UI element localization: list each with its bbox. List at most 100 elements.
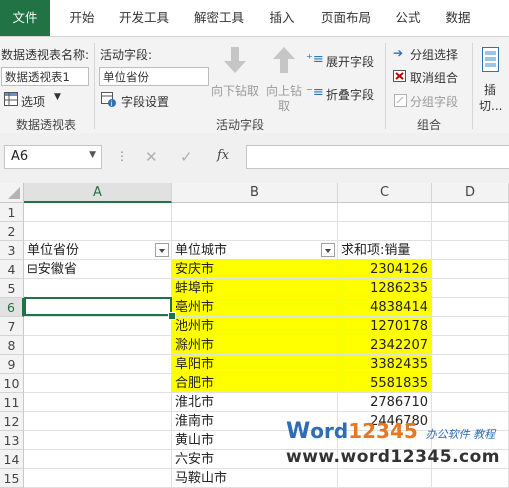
cell-b7[interactable]: 池州市 [172,317,338,336]
column-header-a[interactable]: A [24,183,172,203]
cell-b15[interactable]: 马鞍山市 [172,469,338,488]
options-button[interactable]: 选项 [21,93,45,110]
cell-a3[interactable]: 单位省份 [24,241,172,260]
pivot-name-input[interactable]: 数据透视表1 [1,67,89,86]
cell-d8[interactable] [432,336,509,355]
cell-b11[interactable]: 淮北市 [172,393,338,412]
row-header[interactable]: 11 [0,393,24,412]
options-dropdown-icon[interactable]: ▼ [54,92,61,102]
cell-b9[interactable]: 阜阳市 [172,355,338,374]
tab-insert[interactable]: 插入 [262,0,302,36]
cell-c15[interactable] [338,469,432,488]
row-header[interactable]: 2 [0,222,24,241]
cell-c9[interactable]: 3382435 [338,355,432,374]
cell-a1[interactable] [24,203,172,222]
row-header[interactable]: 12 [0,412,24,431]
field-settings-button[interactable]: 字段设置 [121,93,169,110]
row-header[interactable]: 3 [0,241,24,260]
cell-c8[interactable]: 2342207 [338,336,432,355]
cell-d10[interactable] [432,374,509,393]
cell-a2[interactable] [24,222,172,241]
cell-a15[interactable] [24,469,172,488]
enter-check-icon[interactable]: ✓ [180,148,193,166]
row-header[interactable]: 4 [0,260,24,279]
insert-slicer-button[interactable]: 插 [484,81,496,98]
row-header[interactable]: 1 [0,203,24,222]
active-field-input[interactable]: 单位省份 [99,67,209,86]
ungroup-button[interactable]: 取消组合 [410,69,458,86]
filter-dropdown-icon[interactable] [155,243,169,257]
cell-a13[interactable] [24,431,172,450]
cell-d4[interactable] [432,260,509,279]
cell-a11[interactable] [24,393,172,412]
cell-a4[interactable]: ⊟安徽省 [24,260,172,279]
cell-a8[interactable] [24,336,172,355]
cell-a10[interactable] [24,374,172,393]
cell-d9[interactable] [432,355,509,374]
column-header-d[interactable]: D [432,183,509,203]
cell-d15[interactable] [432,469,509,488]
cell-b4[interactable]: 安庆市 [172,260,338,279]
group-selection-button[interactable]: 分组选择 [410,46,458,63]
cell-b3[interactable]: 单位城市 [172,241,338,260]
cell-c10[interactable]: 5581835 [338,374,432,393]
cell-d7[interactable] [432,317,509,336]
expand-field-button[interactable]: 展开字段 [326,53,374,70]
row-header[interactable]: 10 [0,374,24,393]
cell-c2[interactable] [338,222,432,241]
cell-d11[interactable] [432,393,509,412]
tab-file[interactable]: 文件 [0,0,50,36]
cell-b10[interactable]: 合肥市 [172,374,338,393]
cell-d3[interactable] [432,241,509,260]
row-header[interactable]: 6 [0,298,24,317]
group-field-button[interactable]: 分组字段 [410,93,458,110]
more-options-icon[interactable]: ⋮ [116,149,128,163]
drill-down-button[interactable]: 向下钻取 [211,82,259,99]
tab-home[interactable]: 开始 [60,0,104,36]
row-header[interactable]: 13 [0,431,24,450]
cell-d6[interactable] [432,298,509,317]
cell-c1[interactable] [338,203,432,222]
column-header-b[interactable]: B [172,183,338,203]
name-box[interactable]: A6 ▼ [4,145,102,169]
row-header[interactable]: 9 [0,355,24,374]
cell-d5[interactable] [432,279,509,298]
column-header-c[interactable]: C [338,183,432,203]
name-box-dropdown-icon[interactable]: ▼ [89,150,96,160]
row-header[interactable]: 14 [0,450,24,469]
cell-a14[interactable] [24,450,172,469]
cell-c3[interactable]: 求和项:销量 [338,241,432,260]
cell-a7[interactable] [24,317,172,336]
cell-d1[interactable] [432,203,509,222]
row-header[interactable]: 7 [0,317,24,336]
row-header[interactable]: 5 [0,279,24,298]
cell-c4[interactable]: 2304126 [338,260,432,279]
row-header[interactable]: 15 [0,469,24,488]
row-header[interactable]: 8 [0,336,24,355]
fill-handle[interactable] [168,312,176,320]
cell-c7[interactable]: 1270178 [338,317,432,336]
cell-a12[interactable] [24,412,172,431]
tab-decrypt-tools[interactable]: 解密工具 [187,0,251,36]
cell-a5[interactable] [24,279,172,298]
cell-c5[interactable]: 1286235 [338,279,432,298]
cell-a9[interactable] [24,355,172,374]
insert-function-icon[interactable]: fx [217,148,229,163]
cell-d2[interactable] [432,222,509,241]
cell-b2[interactable] [172,222,338,241]
filter-dropdown-icon[interactable] [321,243,335,257]
tab-formulas[interactable]: 公式 [388,0,428,36]
cancel-icon[interactable]: ✕ [145,148,158,166]
cell-b8[interactable]: 滁州市 [172,336,338,355]
tab-data[interactable]: 数据 [438,0,478,36]
cell-b6[interactable]: 亳州市 [172,298,338,317]
cell-b5[interactable]: 蚌埠市 [172,279,338,298]
formula-input[interactable] [246,145,509,169]
collapse-field-button[interactable]: 折叠字段 [326,86,374,103]
tab-developer[interactable]: 开发工具 [112,0,176,36]
cell-b1[interactable] [172,203,338,222]
cell-c11[interactable]: 2786710 [338,393,432,412]
tab-page-layout[interactable]: 页面布局 [314,0,378,36]
select-all-corner[interactable] [0,183,24,203]
cell-c6[interactable]: 4838414 [338,298,432,317]
